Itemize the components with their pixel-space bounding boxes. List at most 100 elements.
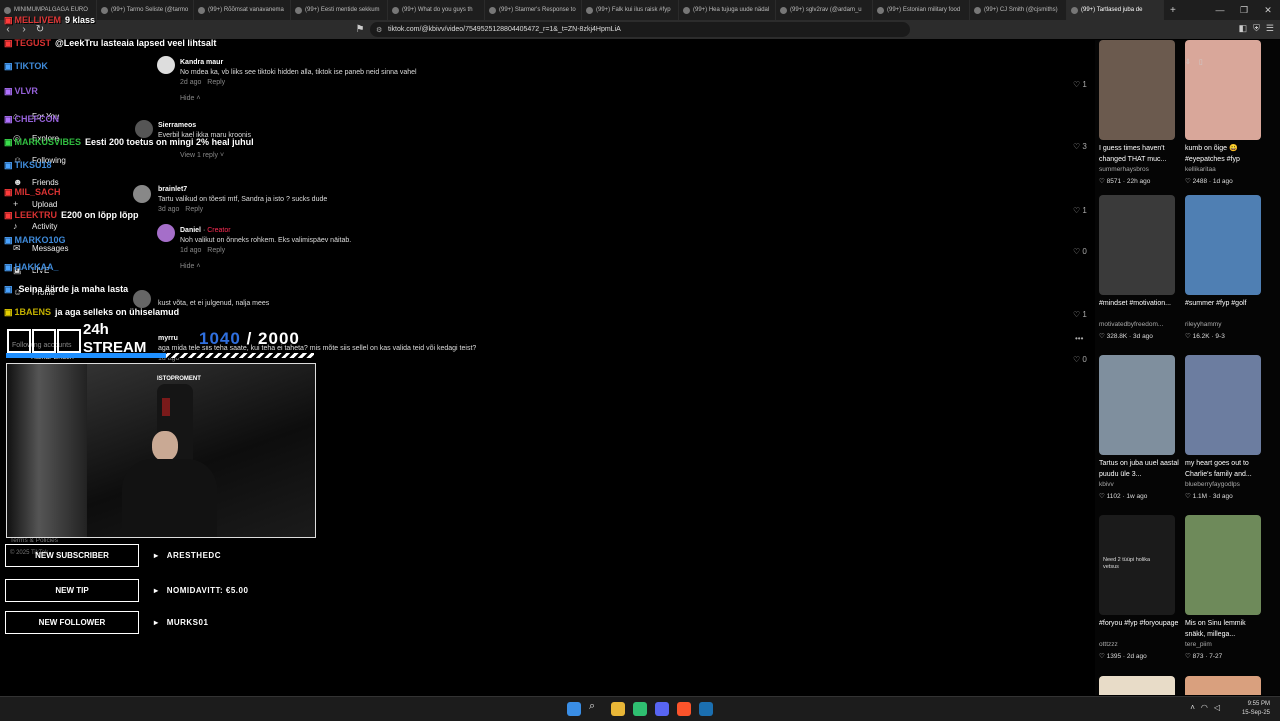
video-author[interactable]: blueberryfaygodlps xyxy=(1185,481,1240,488)
browser-tab[interactable]: (99+) What do you guys th xyxy=(388,0,485,20)
chat-text: Eesti 200 toetus on mingi 2% heal juhul xyxy=(85,137,254,147)
like-button[interactable]: ♡ 3 xyxy=(1073,142,1087,151)
video-author[interactable]: rileyyhammy xyxy=(1185,321,1221,328)
chat-message: ▣ TIKTOK xyxy=(4,61,52,72)
video-author[interactable]: kellikaritaa xyxy=(1185,166,1216,173)
chat-badge-icon: ▣ xyxy=(4,307,13,317)
folder-icon[interactable] xyxy=(611,702,625,716)
video-thumbnail[interactable] xyxy=(1099,676,1175,695)
video-author[interactable]: summerhaysbros xyxy=(1099,166,1149,173)
video-author[interactable]: motivatedbyfreedom... xyxy=(1099,321,1163,328)
steam-icon[interactable] xyxy=(699,702,713,716)
nav-item-upload[interactable]: Upload xyxy=(32,200,57,209)
video-thumbnail[interactable] xyxy=(1099,355,1175,455)
video-title[interactable]: #foryou #fyp #foryoupage xyxy=(1099,618,1179,629)
brave-icon[interactable] xyxy=(677,702,691,716)
address-bar[interactable]: ⚙ tiktok.com/@kbivv/video/75495251288044… xyxy=(370,22,910,37)
video-date: 7-27 xyxy=(1209,653,1223,660)
comment-author[interactable]: Sierrameos xyxy=(158,121,251,131)
wifi-icon[interactable]: ◠ xyxy=(1201,703,1208,712)
reply-button[interactable]: Reply xyxy=(207,79,225,86)
view-replies-button[interactable]: View 1 reply xyxy=(180,152,218,159)
menu-icon[interactable]: ☰ xyxy=(1266,23,1274,34)
avatar[interactable] xyxy=(133,290,151,308)
avatar[interactable] xyxy=(135,120,153,138)
video-thumbnail[interactable] xyxy=(1185,515,1261,615)
video-thumbnail[interactable] xyxy=(1185,676,1261,695)
like-button[interactable]: ♡ 1 xyxy=(1073,80,1087,89)
browser-tab[interactable]: (99+) Starmer's Response to xyxy=(485,0,582,20)
browser-tab[interactable]: (99+) Hea tujuga uude nädal xyxy=(679,0,776,20)
restore-icon[interactable]: ❐ xyxy=(1232,0,1256,20)
clock[interactable]: 9:55 PM 15-Sep-25 xyxy=(1242,700,1270,718)
avatar[interactable] xyxy=(133,185,151,203)
browser-tab[interactable]: (99+) Estonian military food xyxy=(873,0,970,20)
sub-goal: 1040 / 2000 xyxy=(199,329,300,349)
comment-author[interactable]: Daniel xyxy=(180,227,201,234)
start-icon[interactable] xyxy=(567,702,581,716)
video-title[interactable]: kumb on õige 😀 #eyepatches #fyp xyxy=(1185,143,1265,165)
video-date: 22h ago xyxy=(1126,178,1151,185)
video-title[interactable]: my heart goes out to Charlie's family an… xyxy=(1185,458,1265,480)
video-title[interactable]: #summer #fyp #golf xyxy=(1185,298,1265,309)
browser-tab[interactable]: (99+) sglv2rav (@ardam_u xyxy=(776,0,873,20)
window-controls: — ❐ ✕ xyxy=(1208,0,1280,20)
browser-tab-bar: MINIMUMPALGAGA EURO (99+) Tarmo Seliste (… xyxy=(0,0,1280,20)
search-icon[interactable]: ⌕ xyxy=(589,700,603,714)
clock-time: 9:55 PM xyxy=(1247,701,1270,707)
extension-icon[interactable]: ◧ xyxy=(1239,23,1248,34)
browser-tab[interactable]: (99+) Eesti mentide sekkum xyxy=(291,0,388,20)
video-date: 9-3 xyxy=(1215,333,1225,340)
video-title[interactable]: Tartus on juba uuel aastal puudu üle 3..… xyxy=(1099,458,1179,480)
browser-tab[interactable]: (99+) Tarmo Seliste (@tarmo xyxy=(97,0,194,20)
nav-item-friends[interactable]: Friends xyxy=(32,178,59,187)
video-title[interactable]: Mis on Sinu lemmik snäkk, millega... xyxy=(1185,618,1265,640)
like-button[interactable]: ♡ 0 xyxy=(1073,247,1087,256)
avatar[interactable] xyxy=(157,224,175,242)
more-options-icon[interactable]: ••• xyxy=(1075,334,1083,343)
browser-tab[interactable]: (99+) Tartlased juba de xyxy=(1067,0,1164,20)
hide-replies-button[interactable]: Hide xyxy=(180,95,194,102)
avatar[interactable] xyxy=(157,56,175,74)
browser-tab[interactable]: (99+) CJ Smith (@cjsmiths) xyxy=(970,0,1067,20)
phone-icon[interactable]: ▯ xyxy=(1199,58,1203,66)
comment-author[interactable]: brainlet7 xyxy=(158,185,327,195)
like-button[interactable]: ♡ 1 xyxy=(1073,310,1087,319)
site-info-icon[interactable]: ⚙ xyxy=(376,26,382,34)
like-button[interactable]: ♡ 1 xyxy=(1073,206,1087,215)
chat-message: ▣ HAKKAA_ xyxy=(4,262,63,273)
reply-button[interactable]: Reply xyxy=(207,247,225,254)
video-stats: ♡ 1.1M · 3d ago xyxy=(1185,493,1233,500)
hide-replies-button[interactable]: Hide xyxy=(180,263,194,270)
volume-icon[interactable]: ◁ xyxy=(1214,703,1220,712)
video-author[interactable]: otttzzz xyxy=(1099,641,1118,648)
reply-button[interactable]: Reply xyxy=(185,206,203,213)
video-title[interactable]: I guess times haven't changed THAT muc..… xyxy=(1099,143,1179,165)
video-thumbnail[interactable] xyxy=(1099,195,1175,295)
discord-icon[interactable] xyxy=(655,702,669,716)
like-button[interactable]: ♡ 0 xyxy=(1073,355,1087,364)
chevron-up-icon[interactable]: ˄ xyxy=(1190,703,1195,712)
new-tab-button[interactable]: + xyxy=(1170,5,1176,16)
video-title[interactable]: #mindset #motivation... xyxy=(1099,298,1179,309)
browser-tab[interactable]: (99+) Falk kui ilus raisk #fyp xyxy=(582,0,679,20)
browser-tab[interactable]: (99+) Rõõmsat vanavanema xyxy=(194,0,291,20)
video-thumbnail[interactable] xyxy=(1099,40,1175,140)
video-date: 3d ago xyxy=(1133,333,1153,340)
close-icon[interactable]: ✕ xyxy=(1256,0,1280,20)
video-thumbnail[interactable]: Need 2 tüüpi holika vetsus xyxy=(1099,515,1175,615)
shield-icon[interactable]: ⛨ xyxy=(1253,23,1260,34)
video-author[interactable]: kbivv xyxy=(1099,481,1114,488)
video-thumbnail[interactable] xyxy=(1185,195,1261,295)
minimize-icon[interactable]: — xyxy=(1208,0,1232,20)
alert-value: ▸ ARESTHEDC xyxy=(154,551,221,560)
video-thumbnail[interactable] xyxy=(1185,355,1261,455)
download-icon[interactable]: ⇩ xyxy=(1185,58,1191,66)
app-icon[interactable] xyxy=(633,702,647,716)
bookmark-icon[interactable]: ⚑ xyxy=(352,24,368,35)
friends-icon: ☻ xyxy=(13,177,23,187)
nav-item-activity[interactable]: Activity xyxy=(32,222,57,231)
comment-author[interactable]: Kandra maur xyxy=(180,58,417,68)
video-author[interactable]: tere_piim xyxy=(1185,641,1212,648)
video-thumbnail[interactable] xyxy=(1185,40,1261,140)
